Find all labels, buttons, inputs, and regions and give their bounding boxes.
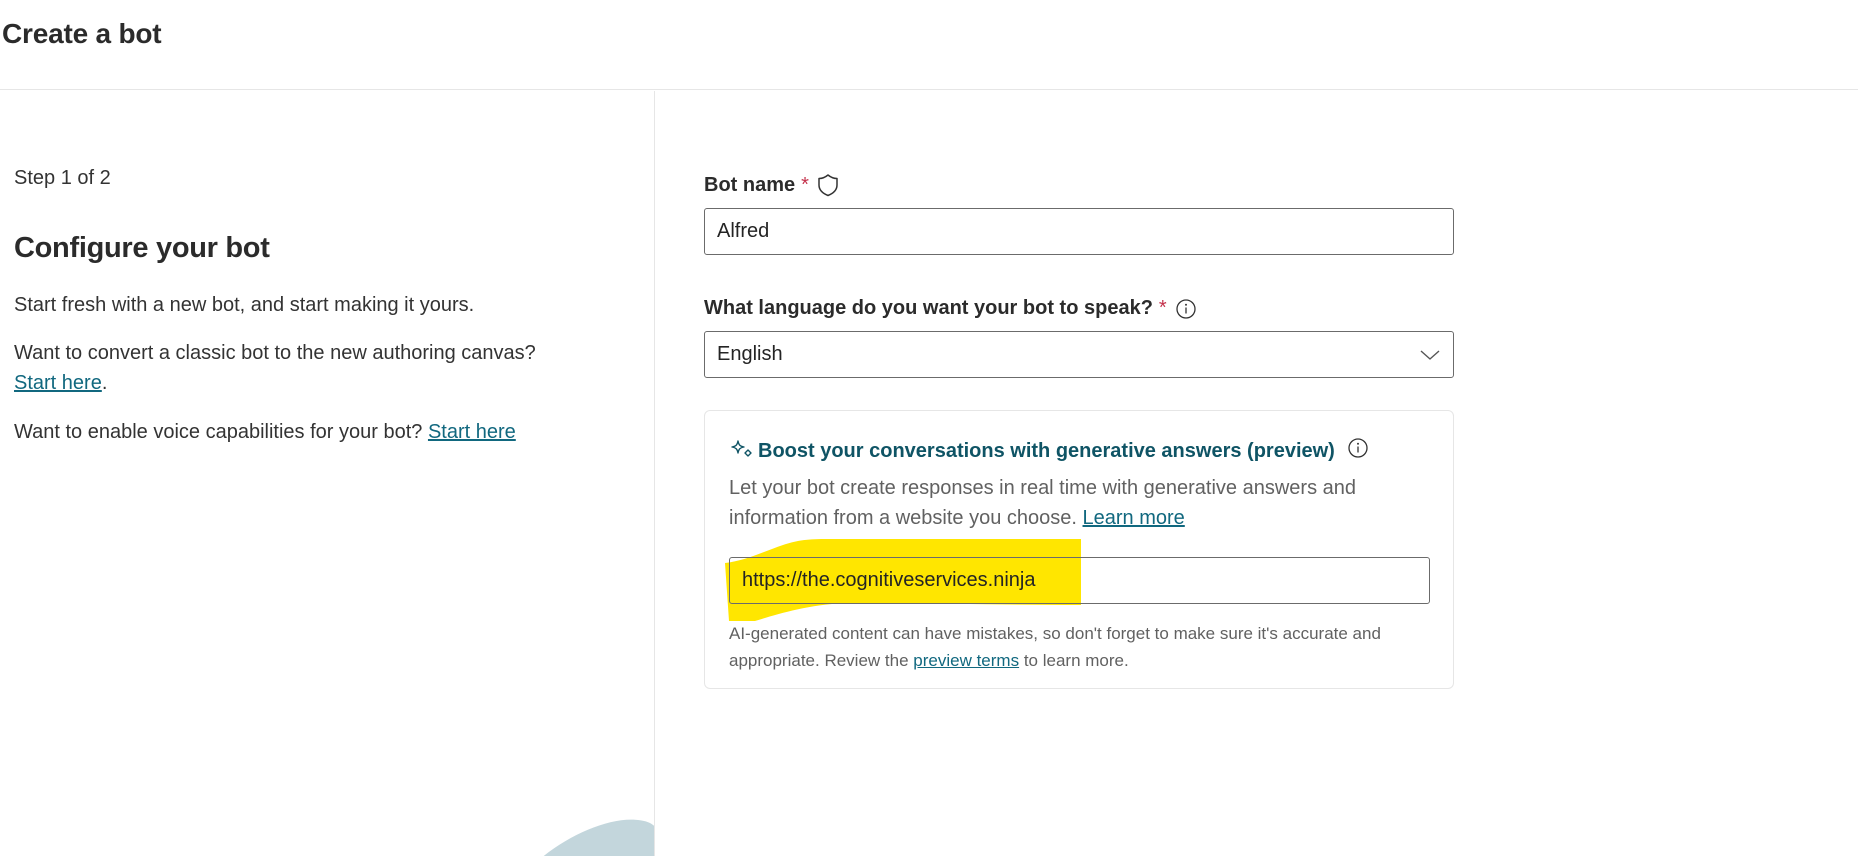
convert-suffix: . [101,372,108,394]
learn-more-link[interactable]: Learn more [1083,507,1185,529]
bot-name-input[interactable] [704,208,1454,255]
create-bot-page: Create a bot Step 1 of 2 Configure your … [0,0,1858,856]
configure-heading: Configure your bot [14,232,270,264]
convert-start-here-link[interactable]: Start here [14,372,102,394]
intro-panel: Step 1 of 2 Configure your bot Start fre… [0,91,655,856]
generative-answers-title-text: Boost your conversations with generative… [758,439,1335,462]
info-icon[interactable] [1175,298,1197,320]
intro-text: Start fresh with a new bot, and start ma… [14,294,475,316]
convert-prompt: Want to convert a classic bot to the new… [14,342,536,364]
step-indicator: Step 1 of 2 [14,167,111,189]
bot-name-label: Bot name * [704,173,839,197]
voice-start-here-link[interactable]: Start here [428,421,516,443]
language-label-text: What language do you want your bot to sp… [704,297,1153,319]
required-asterisk: * [801,173,809,196]
page-title: Create a bot [2,18,162,49]
language-selected-value: English [717,343,783,365]
page-header: Create a bot [0,0,1858,90]
chevron-down-icon [1420,349,1440,360]
ai-disclaimer: AI-generated content can have mistakes, … [729,620,1439,674]
convert-classic-text: Want to convert a classic bot to the new… [14,338,536,398]
language-dropdown[interactable]: English [704,331,1454,378]
info-icon[interactable] [1347,437,1369,465]
generative-answers-description: Let your bot create responses in real ti… [729,473,1429,533]
website-url-input[interactable] [729,557,1430,604]
website-url-field [725,539,1430,621]
voice-capabilities-text: Want to enable voice capabilities for yo… [14,417,516,447]
preview-terms-link[interactable]: preview terms [913,651,1019,670]
required-asterisk: * [1158,297,1167,319]
bot-name-label-text: Bot name [704,173,796,196]
sparkle-icon [731,440,752,457]
decorative-wave-shape [543,819,654,856]
configure-form: Bot name * What language do you want you… [656,91,1858,856]
disclaimer-suffix: to learn more. [1023,651,1129,670]
voice-prompt: Want to enable voice capabilities for yo… [14,421,423,443]
language-label: What language do you want your bot to sp… [704,297,1197,320]
generative-answers-title: Boost your conversations with generative… [729,437,1369,465]
shield-icon [817,173,839,197]
generative-answers-card: Boost your conversations with generative… [704,410,1454,689]
description-text: Let your bot create responses in real ti… [729,477,1357,529]
